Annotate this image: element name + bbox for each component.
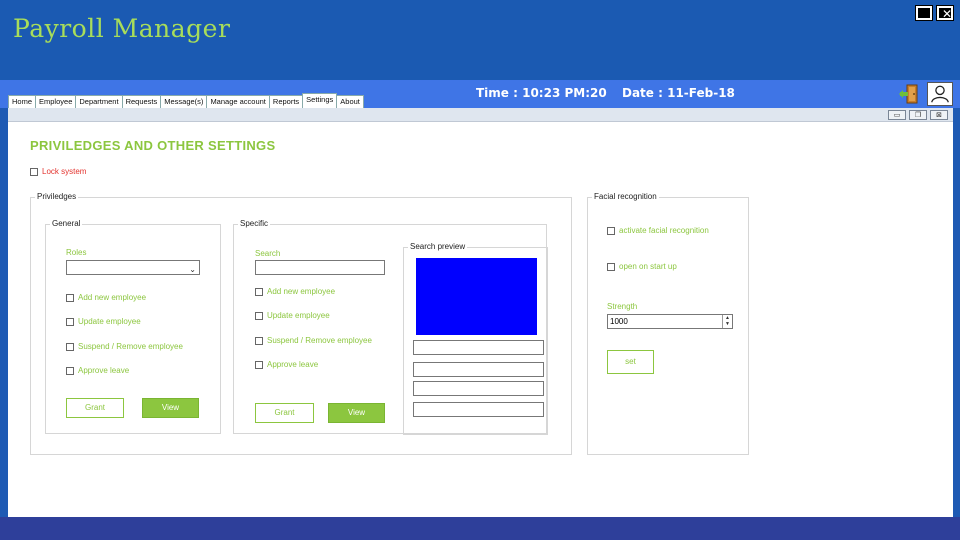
checkbox-icon[interactable] — [255, 336, 263, 345]
tab-requests[interactable]: Requests — [121, 95, 162, 108]
privileges-legend: Priviledges — [35, 192, 79, 201]
date-display: Date : 11-Feb-18 — [622, 86, 735, 100]
main-tabs: Home Employee Department Requests Messag… — [8, 93, 364, 108]
activate-label: activate facial recognition — [619, 226, 709, 235]
preview-field-3[interactable] — [413, 381, 544, 396]
set-button[interactable]: set — [607, 350, 654, 374]
lock-system-checkbox[interactable]: Lock system — [30, 167, 86, 176]
search-label: Search — [255, 249, 281, 258]
inner-window-bar: ▭ ❐ ⊠ — [8, 108, 953, 122]
minimize-button[interactable] — [915, 5, 933, 21]
general-grant-button[interactable]: Grant — [66, 398, 124, 418]
preview-field-1[interactable] — [413, 340, 544, 355]
settings-window: ▭ ❐ ⊠ PRIVILEDGES AND OTHER SETTINGS Loc… — [8, 108, 953, 517]
check-label: Approve leave — [267, 360, 319, 369]
check-label: Add new employee — [78, 293, 147, 302]
user-profile-button[interactable] — [927, 82, 953, 106]
payroll-app: Payroll Manager ✕ Home Employee Departme… — [0, 0, 960, 540]
preview-image — [416, 258, 537, 335]
app-title: Payroll Manager — [13, 14, 231, 43]
preview-field-2[interactable] — [413, 362, 544, 377]
inner-close-icon[interactable]: ⊠ — [930, 110, 948, 120]
specific-group: Specific Search Add new employee Update … — [233, 219, 548, 435]
exit-door-icon[interactable] — [898, 83, 922, 105]
strength-stepper[interactable]: 1000 ▲ ▼ — [607, 314, 733, 329]
specific-legend: Specific — [238, 219, 271, 228]
check-label: Approve leave — [78, 366, 130, 375]
check-label: Update employee — [78, 317, 141, 326]
time-display: Time : 10:23 PM:20 — [476, 86, 607, 100]
tab-about[interactable]: About — [336, 95, 364, 108]
specific-view-button[interactable]: View — [328, 403, 385, 423]
specific-check-update[interactable]: Update employee — [255, 311, 330, 320]
tab-home[interactable]: Home — [8, 95, 37, 108]
tab-manage-account[interactable]: Manage account — [206, 95, 270, 108]
specific-grant-button[interactable]: Grant — [255, 403, 314, 423]
title-bar: Payroll Manager ✕ — [0, 0, 960, 80]
strength-value: 1000 — [610, 317, 628, 326]
checkbox-icon[interactable] — [255, 287, 263, 296]
specific-check-add[interactable]: Add new employee — [255, 287, 335, 296]
checkbox-icon[interactable] — [30, 167, 38, 176]
page-title: PRIVILEDGES AND OTHER SETTINGS — [30, 138, 276, 153]
strength-label: Strength — [607, 302, 638, 311]
roles-dropdown[interactable]: ⌄ — [66, 260, 200, 275]
general-check-suspend[interactable]: Suspend / Remove employee — [66, 342, 183, 351]
chevron-down-icon: ⌄ — [189, 265, 196, 274]
check-label: Update employee — [267, 311, 330, 320]
checkbox-icon[interactable] — [66, 342, 74, 351]
general-group: General Roles ⌄ Add new employee Update … — [45, 219, 221, 434]
checkbox-icon[interactable] — [607, 262, 615, 271]
lock-system-label: Lock system — [42, 167, 87, 176]
close-button[interactable]: ✕ — [936, 5, 954, 21]
activate-facial-checkbox[interactable]: activate facial recognition — [607, 226, 709, 235]
tab-department[interactable]: Department — [75, 95, 123, 108]
check-label: Suspend / Remove employee — [267, 336, 372, 345]
check-label: Suspend / Remove employee — [78, 342, 183, 351]
specific-check-suspend[interactable]: Suspend / Remove employee — [255, 336, 372, 345]
tab-messages[interactable]: Message(s) — [160, 95, 208, 108]
startup-label: open on start up — [619, 262, 677, 271]
privileges-group: Priviledges General Roles ⌄ Add new empl… — [30, 192, 572, 455]
general-view-button[interactable]: View — [142, 398, 199, 418]
check-label: Add new employee — [267, 287, 336, 296]
general-check-add[interactable]: Add new employee — [66, 293, 146, 302]
spinner-arrows-icon[interactable]: ▲ ▼ — [722, 315, 732, 328]
bottom-bar — [0, 517, 960, 540]
facial-recognition-legend: Facial recognition — [592, 192, 659, 201]
tab-employee[interactable]: Employee — [35, 95, 77, 108]
minimize-icon — [918, 8, 930, 20]
checkbox-icon[interactable] — [66, 293, 74, 302]
checkbox-icon[interactable] — [66, 317, 74, 326]
preview-field-4[interactable] — [413, 402, 544, 417]
close-icon: ✕ — [939, 7, 952, 21]
tab-settings[interactable]: Settings — [302, 93, 338, 108]
user-icon — [931, 85, 949, 103]
general-legend: General — [50, 219, 83, 228]
checkbox-icon[interactable] — [255, 311, 263, 320]
general-check-update[interactable]: Update employee — [66, 317, 141, 326]
search-input[interactable] — [255, 260, 385, 275]
search-preview-group: Search preview — [403, 242, 548, 435]
tab-reports[interactable]: Reports — [268, 95, 304, 108]
roles-label: Roles — [66, 248, 87, 257]
inner-minimize-icon[interactable]: ▭ — [888, 110, 906, 120]
checkbox-icon[interactable] — [607, 226, 615, 235]
inner-restore-icon[interactable]: ❐ — [909, 110, 927, 120]
checkbox-icon[interactable] — [255, 360, 263, 369]
search-preview-legend: Search preview — [408, 242, 468, 251]
general-check-approve[interactable]: Approve leave — [66, 366, 129, 375]
specific-check-approve[interactable]: Approve leave — [255, 360, 318, 369]
facial-recognition-group: Facial recognition activate facial recog… — [587, 192, 749, 455]
checkbox-icon[interactable] — [66, 366, 74, 375]
open-on-startup-checkbox[interactable]: open on start up — [607, 262, 677, 271]
